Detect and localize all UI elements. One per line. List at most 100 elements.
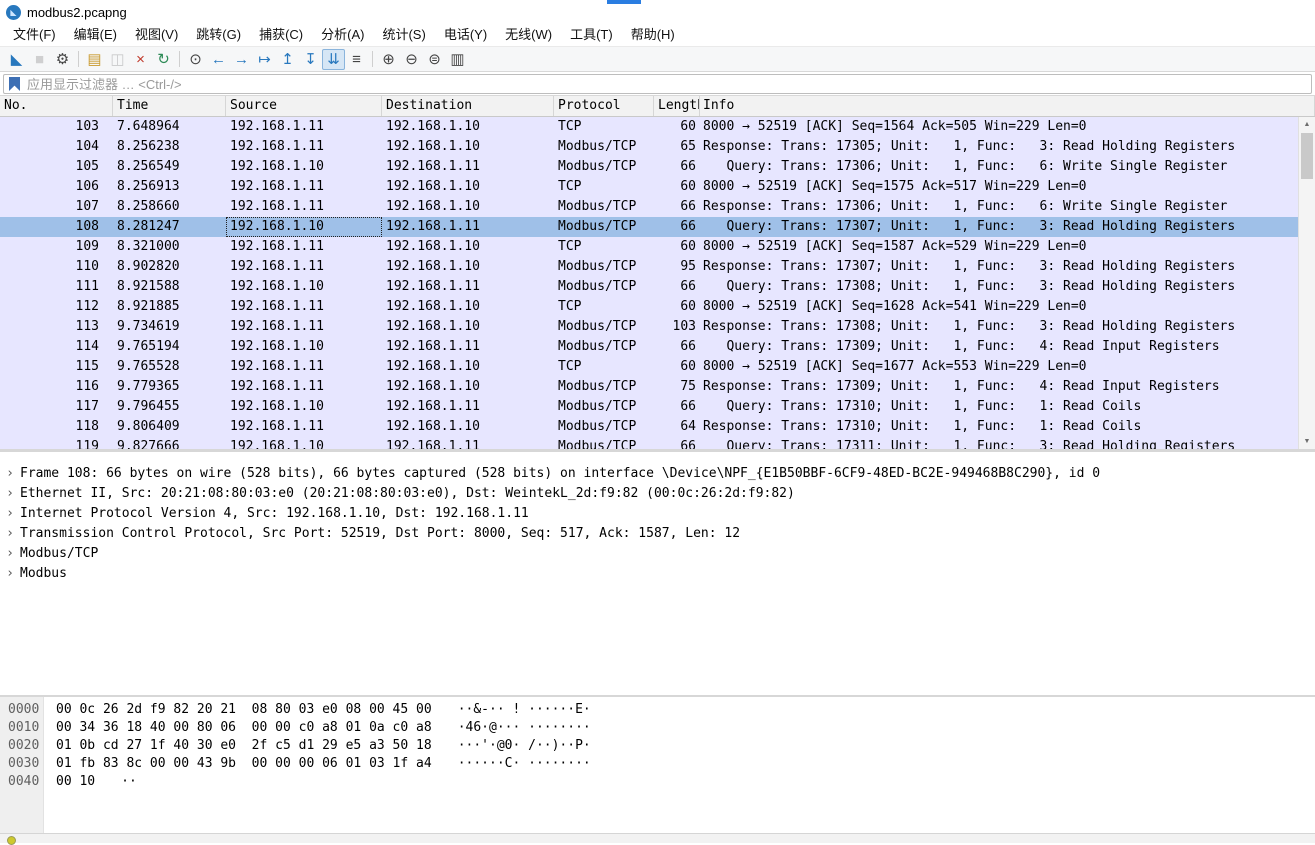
menu-item[interactable]: 视图(V) (126, 24, 187, 46)
column-header-no[interactable]: No. (0, 96, 113, 116)
packet-row[interactable]: 107 8.258660 192.168.1.11 192.168.1.10 M… (0, 197, 1315, 217)
zoom-reset-icon[interactable]: ⊜ (423, 49, 446, 70)
packet-row[interactable]: 105 8.256549 192.168.1.10 192.168.1.11 M… (0, 157, 1315, 177)
menu-item[interactable]: 文件(F) (4, 24, 65, 46)
hex-ascii[interactable]: ······C· ········ (432, 755, 591, 773)
menu-item[interactable]: 工具(T) (561, 24, 622, 46)
menu-item[interactable]: 无线(W) (496, 24, 561, 46)
packet-row[interactable]: 104 8.256238 192.168.1.11 192.168.1.10 M… (0, 137, 1315, 157)
go-back-icon[interactable]: ← (207, 49, 230, 70)
find-packet-icon[interactable]: ⊙ (184, 49, 207, 70)
toolbar-separator[interactable] (74, 49, 83, 70)
cell-time: 8.921588 (113, 277, 226, 297)
hex-ascii[interactable]: ···'·@0· /··)··P· (432, 737, 591, 755)
menu-item[interactable]: 跳转(G) (187, 24, 250, 46)
column-header-time[interactable]: Time (113, 96, 226, 116)
hex-bytes[interactable]: 01 fb 83 8c 00 00 43 9b 00 00 00 06 01 0… (44, 755, 432, 773)
hex-row[interactable]: 0040 00 10 ·· (0, 773, 1315, 791)
scrollbar-thumb[interactable] (1301, 133, 1313, 179)
menu-item[interactable]: 捕获(C) (250, 24, 312, 46)
detail-row[interactable]: › Modbus/TCP (0, 544, 1315, 564)
close-file-icon[interactable]: × (129, 49, 152, 70)
detail-row[interactable]: › Modbus (0, 564, 1315, 584)
filter-bookmark-icon[interactable] (9, 77, 20, 91)
packet-row[interactable]: 109 8.321000 192.168.1.11 192.168.1.10 T… (0, 237, 1315, 257)
hex-row[interactable]: 0000 00 0c 26 2d f9 82 20 21 08 80 03 e0… (0, 701, 1315, 719)
packet-row[interactable]: 119 9.827666 192.168.1.10 192.168.1.11 M… (0, 437, 1315, 449)
toolbar-separator[interactable] (368, 49, 377, 70)
toolbar-separator[interactable] (175, 49, 184, 70)
hex-row[interactable]: 0030 01 fb 83 8c 00 00 43 9b 00 00 00 06… (0, 755, 1315, 773)
hex-bytes[interactable]: 01 0b cd 27 1f 40 30 e0 2f c5 d1 29 e5 a… (44, 737, 432, 755)
menu-item[interactable]: 帮助(H) (622, 24, 684, 46)
hex-bytes[interactable]: 00 10 (44, 773, 95, 791)
expand-arrow-icon[interactable]: › (0, 464, 20, 484)
detail-row[interactable]: › Internet Protocol Version 4, Src: 192.… (0, 504, 1315, 524)
display-filter-input[interactable] (27, 76, 1306, 92)
detail-row[interactable]: › Transmission Control Protocol, Src Por… (0, 524, 1315, 544)
hex-ascii[interactable]: ·· (95, 773, 137, 791)
zoom-out-icon[interactable]: ⊖ (400, 49, 423, 70)
menu-item[interactable]: 编辑(E) (65, 24, 126, 46)
expand-arrow-icon[interactable]: › (0, 564, 20, 584)
colorize-icon[interactable]: ≡ (345, 49, 368, 70)
column-header-info[interactable]: Info (700, 96, 1315, 116)
packet-row[interactable]: 113 9.734619 192.168.1.11 192.168.1.10 M… (0, 317, 1315, 337)
go-forward-icon[interactable]: → (230, 49, 253, 70)
hex-row[interactable]: 0010 00 34 36 18 40 00 80 06 00 00 c0 a8… (0, 719, 1315, 737)
packet-row[interactable]: 106 8.256913 192.168.1.11 192.168.1.10 T… (0, 177, 1315, 197)
column-header-source[interactable]: Source (226, 96, 382, 116)
hex-offset: 0020 (0, 737, 44, 755)
open-file-icon[interactable]: ▤ (83, 49, 106, 70)
go-last-packet-icon[interactable]: ↧ (299, 49, 322, 70)
packet-row[interactable]: 112 8.921885 192.168.1.11 192.168.1.10 T… (0, 297, 1315, 317)
expand-arrow-icon[interactable]: › (0, 544, 20, 564)
save-file-icon[interactable]: ◫ (106, 49, 129, 70)
column-header-protocol[interactable]: Protocol (554, 96, 654, 116)
display-filter-box[interactable] (3, 74, 1312, 94)
packet-row[interactable]: 103 7.648964 192.168.1.11 192.168.1.10 T… (0, 117, 1315, 137)
scroll-up-icon[interactable]: ▲ (1299, 117, 1315, 132)
expand-arrow-icon[interactable]: › (0, 524, 20, 544)
auto-scroll-icon[interactable]: ⇊ (322, 49, 345, 70)
hex-bytes[interactable]: 00 34 36 18 40 00 80 06 00 00 c0 a8 01 0… (44, 719, 432, 737)
menu-item[interactable]: 电话(Y) (435, 24, 496, 46)
packet-list-scrollbar[interactable]: ▲ ▼ (1298, 117, 1315, 449)
packet-row[interactable]: 108 8.281247 192.168.1.10 192.168.1.11 M… (0, 217, 1315, 237)
column-header-length[interactable]: Length (654, 96, 700, 116)
menu-item[interactable]: 统计(S) (373, 24, 434, 46)
cell-source: 192.168.1.11 (226, 417, 382, 437)
go-to-packet-icon[interactable]: ↦ (253, 49, 276, 70)
expand-arrow-icon[interactable]: › (0, 504, 20, 524)
cell-protocol: Modbus/TCP (554, 317, 654, 337)
hex-ascii[interactable]: ··&-·· ! ······E· (432, 701, 591, 719)
detail-row[interactable]: › Ethernet II, Src: 20:21:08:80:03:e0 (2… (0, 484, 1315, 504)
zoom-in-icon[interactable]: ⊕ (377, 49, 400, 70)
detail-row[interactable]: › Frame 108: 66 bytes on wire (528 bits)… (0, 464, 1315, 484)
go-first-packet-icon[interactable]: ↥ (276, 49, 299, 70)
cell-length: 60 (654, 357, 700, 377)
packet-row[interactable]: 117 9.796455 192.168.1.10 192.168.1.11 M… (0, 397, 1315, 417)
packet-row[interactable]: 116 9.779365 192.168.1.11 192.168.1.10 M… (0, 377, 1315, 397)
packet-row[interactable]: 114 9.765194 192.168.1.10 192.168.1.11 M… (0, 337, 1315, 357)
stop-capture-icon[interactable]: ■ (28, 49, 51, 70)
scroll-down-icon[interactable]: ▼ (1299, 434, 1315, 449)
packet-row[interactable]: 115 9.765528 192.168.1.11 192.168.1.10 T… (0, 357, 1315, 377)
cell-length: 66 (654, 277, 700, 297)
start-capture-icon[interactable]: ◣ (5, 49, 28, 70)
hex-bytes[interactable]: 00 0c 26 2d f9 82 20 21 08 80 03 e0 08 0… (44, 701, 432, 719)
capture-options-icon[interactable]: ⚙ (51, 49, 74, 70)
packet-row[interactable]: 111 8.921588 192.168.1.10 192.168.1.11 M… (0, 277, 1315, 297)
column-header-destination[interactable]: Destination (382, 96, 554, 116)
menu-item[interactable]: 分析(A) (312, 24, 373, 46)
cell-destination: 192.168.1.11 (382, 157, 554, 177)
hex-row[interactable]: 0020 01 0b cd 27 1f 40 30 e0 2f c5 d1 29… (0, 737, 1315, 755)
expand-arrow-icon[interactable]: › (0, 484, 20, 504)
hex-ascii[interactable]: ·46·@··· ········ (432, 719, 591, 737)
reload-file-icon[interactable]: ↻ (152, 49, 175, 70)
expert-info-icon[interactable] (7, 836, 16, 845)
packet-row[interactable]: 110 8.902820 192.168.1.11 192.168.1.10 M… (0, 257, 1315, 277)
resize-columns-icon[interactable]: ▥ (446, 49, 469, 70)
cell-source: 192.168.1.11 (226, 317, 382, 337)
packet-row[interactable]: 118 9.806409 192.168.1.11 192.168.1.10 M… (0, 417, 1315, 437)
